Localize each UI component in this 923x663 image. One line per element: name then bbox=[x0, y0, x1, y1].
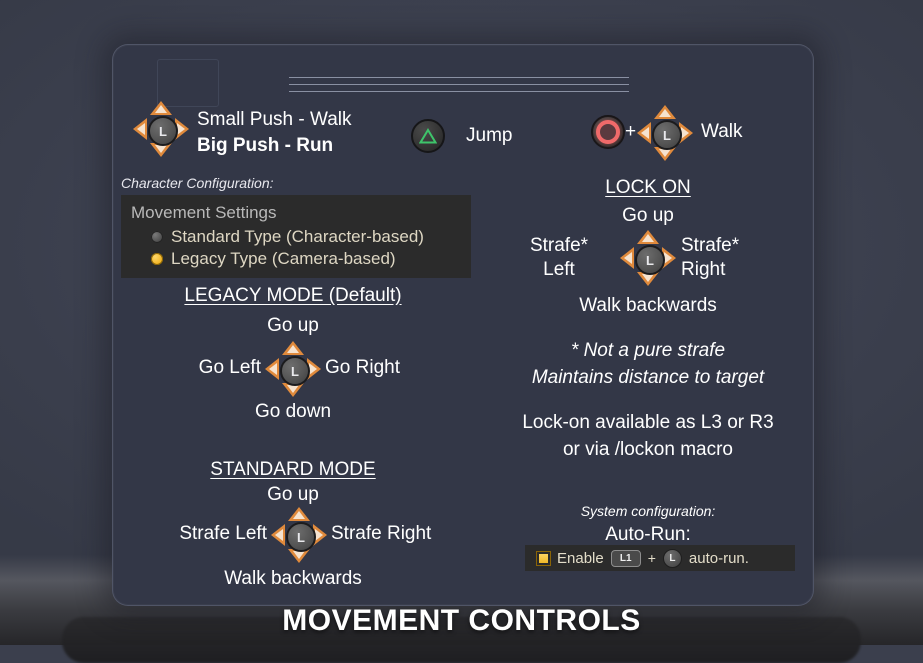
radio-selected-icon[interactable] bbox=[151, 253, 163, 265]
lockon-down-label: Walk backwards bbox=[579, 295, 717, 316]
lock-on-heading: LOCK ON bbox=[605, 177, 691, 198]
triangle-button-icon[interactable] bbox=[411, 119, 445, 153]
system-configuration-caption: System configuration: bbox=[580, 503, 716, 519]
standard-up-label: Go up bbox=[267, 484, 319, 505]
movement-settings-panel: Movement Settings Standard Type (Charact… bbox=[121, 195, 471, 278]
legacy-left-label: Go Left bbox=[198, 357, 261, 378]
circle-button-icon[interactable] bbox=[591, 115, 625, 149]
checkbox-checked-icon[interactable] bbox=[537, 551, 550, 565]
legacy-right-label: Go Right bbox=[325, 357, 400, 378]
triangle-glyph-icon bbox=[419, 128, 437, 144]
analog-stick-icon[interactable]: L bbox=[133, 101, 189, 157]
lockon-left-label-line2: Left bbox=[543, 259, 575, 280]
analog-stick-icon-legacy[interactable]: L bbox=[265, 341, 321, 397]
stick-left-arrow-icon bbox=[271, 524, 285, 546]
radio-unselected-icon[interactable] bbox=[151, 231, 163, 243]
header-divider-lines bbox=[289, 77, 629, 92]
standard-stick-group: L bbox=[271, 507, 327, 563]
stick-hub-label: L bbox=[652, 120, 682, 150]
jump-button-group bbox=[411, 119, 445, 153]
settings-option-standard[interactable]: Standard Type (Character-based) bbox=[121, 226, 471, 248]
stick-note-line-2: Big Push - Run bbox=[197, 135, 334, 156]
standard-right-label: Strafe Right bbox=[331, 523, 432, 544]
jump-label: Jump bbox=[466, 125, 513, 146]
stick-left-arrow-icon bbox=[637, 122, 651, 144]
lockon-info-line-1: Lock-on available as L3 or R3 bbox=[522, 412, 774, 433]
stick-left-arrow-icon bbox=[265, 358, 279, 380]
walk-circle-button-group bbox=[591, 115, 625, 149]
walk-stick-group: L bbox=[637, 105, 693, 161]
lockon-stick-group: L bbox=[620, 230, 676, 286]
stick-left-arrow-icon bbox=[620, 247, 634, 269]
stick-left-arrow-icon bbox=[133, 118, 147, 140]
circle-ring-glyph-icon bbox=[596, 120, 620, 144]
auto-run-plus-sign: + bbox=[647, 550, 656, 566]
stick-hub-label: L bbox=[280, 356, 310, 386]
character-configuration-caption: Character Configuration: bbox=[121, 175, 274, 191]
stick-hub-label: L bbox=[286, 522, 316, 552]
stick-up-arrow-icon bbox=[150, 101, 172, 115]
footnote-line-1: * Not a pure strafe bbox=[570, 340, 726, 361]
auto-run-label-after: auto-run. bbox=[688, 549, 749, 567]
standard-down-label: Walk backwards bbox=[224, 568, 362, 589]
analog-stick-icon-standard[interactable]: L bbox=[271, 507, 327, 563]
stick-hub-label: L bbox=[148, 116, 178, 146]
lockon-up-label: Go up bbox=[622, 205, 674, 226]
page-title: MOVEMENT CONTROLS bbox=[282, 604, 641, 637]
analog-stick-icon-lockon[interactable]: L bbox=[620, 230, 676, 286]
settings-option-legacy-label: Legacy Type (Camera-based) bbox=[171, 249, 396, 268]
analog-stick-icon-walk[interactable]: L bbox=[637, 105, 693, 161]
stick-note-line-1: Small Push - Walk bbox=[197, 109, 352, 130]
lockon-right-label-line2: Right bbox=[681, 259, 726, 280]
stick-up-arrow-icon bbox=[654, 105, 676, 119]
auto-run-label-before: Enable bbox=[557, 549, 604, 567]
main-stick-group: L bbox=[133, 101, 189, 157]
movement-settings-heading: Movement Settings bbox=[131, 203, 277, 222]
legacy-mode-heading: LEGACY MODE (Default) bbox=[184, 285, 402, 306]
stick-hub-label: L bbox=[635, 245, 665, 275]
lockon-left-label-line1: Strafe* bbox=[529, 235, 589, 256]
walk-plus-sign: + bbox=[625, 121, 637, 142]
stick-up-arrow-icon bbox=[288, 507, 310, 521]
legacy-stick-group: L bbox=[265, 341, 321, 397]
stick-up-arrow-icon bbox=[282, 341, 304, 355]
settings-option-standard-label: Standard Type (Character-based) bbox=[171, 227, 424, 246]
standard-left-label: Strafe Left bbox=[179, 523, 267, 544]
walk-label: Walk bbox=[701, 121, 743, 142]
l-stick-key-icon: L bbox=[662, 548, 682, 568]
auto-run-enable-row[interactable]: Enable L1 + L auto-run. bbox=[525, 545, 795, 571]
l1-key-icon: L1 bbox=[610, 549, 641, 567]
movement-controls-card: L Small Push - Walk Big Push - Run Chara… bbox=[112, 44, 814, 606]
stick-up-arrow-icon bbox=[637, 230, 659, 244]
legacy-up-label: Go up bbox=[267, 315, 319, 336]
lockon-right-label-line1: Strafe* bbox=[681, 235, 740, 256]
decorative-outline-box bbox=[157, 59, 219, 107]
footnote-line-2: Maintains distance to target bbox=[531, 367, 765, 388]
legacy-down-label: Go down bbox=[254, 401, 332, 422]
settings-option-legacy[interactable]: Legacy Type (Camera-based) bbox=[121, 248, 471, 270]
lockon-info-line-2: or via /lockon macro bbox=[562, 439, 733, 460]
standard-mode-heading: STANDARD MODE bbox=[210, 459, 376, 480]
